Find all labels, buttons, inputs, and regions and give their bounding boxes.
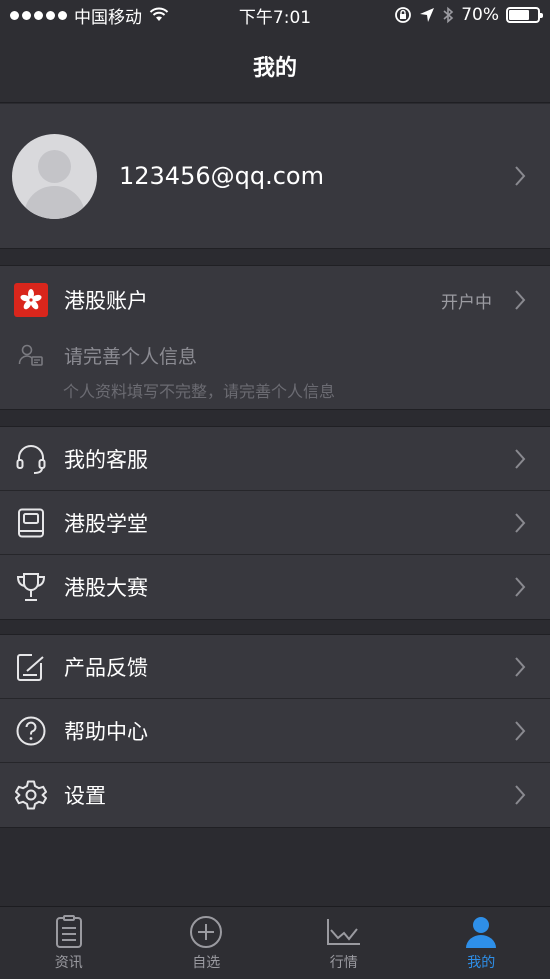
tab-label: 我的 <box>467 955 496 971</box>
hk-account-card: 港股账户 开户中 请完善个人信息 个人资料填写不完整，请完善个人信息 <box>0 265 550 410</box>
headset-icon <box>14 442 48 476</box>
status-bar: 中国移动 下午7:01 70% <box>0 0 550 30</box>
menu-item-hk-contest[interactable]: 港股大赛 <box>0 555 550 619</box>
user-icon <box>463 914 499 950</box>
chevron-right-icon <box>512 719 528 743</box>
hk-account-row[interactable]: 港股账户 开户中 <box>0 266 550 334</box>
question-icon <box>14 714 48 748</box>
carrier-name: 中国移动 <box>74 7 142 28</box>
profile-email: 123456@qq.com <box>119 162 324 190</box>
trophy-icon <box>14 570 48 604</box>
chevron-right-icon <box>512 575 528 599</box>
tab-bar: 资讯 自选 行情 我的 <box>0 906 550 979</box>
tab-label: 自选 <box>192 955 221 971</box>
avatar[interactable] <box>12 133 97 219</box>
bluetooth-icon <box>443 6 454 24</box>
nav-bar: 我的 <box>0 30 550 103</box>
chart-icon <box>326 914 362 950</box>
status-left: 中国移动 <box>10 3 169 28</box>
feedback-icon <box>14 650 48 684</box>
user-card-icon <box>14 338 48 372</box>
book-icon <box>14 506 48 540</box>
hk-account-status: 开户中 <box>441 292 492 313</box>
profile-card[interactable]: 123456@qq.com <box>0 104 550 249</box>
chevron-right-icon <box>512 783 528 807</box>
rotation-lock-icon <box>395 7 412 23</box>
chevron-right-icon <box>512 447 528 471</box>
menu-item-label: 港股大赛 <box>64 576 148 600</box>
menu-item-label: 设置 <box>64 784 106 808</box>
signal-strength-icon <box>10 10 67 20</box>
battery-level <box>509 10 529 20</box>
screen: 中国移动 下午7:01 70% 我的 123456@qq.com 港股账户 开户… <box>0 0 550 979</box>
tab-mine[interactable]: 我的 <box>413 907 550 979</box>
tab-news[interactable]: 资讯 <box>0 907 138 979</box>
tab-market[interactable]: 行情 <box>275 907 413 979</box>
menu-item-label: 港股学堂 <box>64 511 148 536</box>
hk-flag-icon <box>14 283 48 317</box>
tab-label: 行情 <box>329 955 358 971</box>
menu-group-2: 产品反馈 帮助中心 设置 <box>0 634 550 828</box>
hk-account-label: 港股账户 <box>64 289 148 313</box>
menu-item-customer-service[interactable]: 我的客服 <box>0 427 550 491</box>
menu-item-help-center[interactable]: 帮助中心 <box>0 699 550 763</box>
tab-watchlist[interactable]: 自选 <box>138 907 276 979</box>
chevron-right-icon <box>512 511 528 535</box>
complete-info-title: 请完善个人信息 <box>64 345 198 368</box>
page-title: 我的 <box>252 56 297 81</box>
plus-circle-icon <box>188 914 224 950</box>
tab-label: 资讯 <box>54 955 83 971</box>
menu-item-label: 产品反馈 <box>64 655 148 680</box>
complete-info-row[interactable]: 请完善个人信息 <box>14 338 197 372</box>
chevron-right-icon <box>512 288 528 312</box>
wifi-icon <box>149 7 169 21</box>
menu-item-label: 我的客服 <box>64 447 148 472</box>
news-icon <box>51 914 87 950</box>
location-icon <box>420 8 435 22</box>
status-right: 70% <box>394 5 543 25</box>
menu-item-label: 帮助中心 <box>64 719 148 744</box>
chevron-right-icon <box>512 655 528 679</box>
menu-item-hk-school[interactable]: 港股学堂 <box>0 491 550 555</box>
gear-icon <box>14 778 48 812</box>
menu-item-settings[interactable]: 设置 <box>0 763 550 827</box>
menu-group-1: 我的客服 港股学堂 港股大赛 <box>0 426 550 620</box>
chevron-right-icon <box>512 164 528 188</box>
battery-icon <box>506 7 543 23</box>
complete-info-desc: 个人资料填写不完整，请完善个人信息 <box>63 382 336 401</box>
menu-item-feedback[interactable]: 产品反馈 <box>0 635 550 699</box>
battery-percent: 70% <box>461 5 499 25</box>
